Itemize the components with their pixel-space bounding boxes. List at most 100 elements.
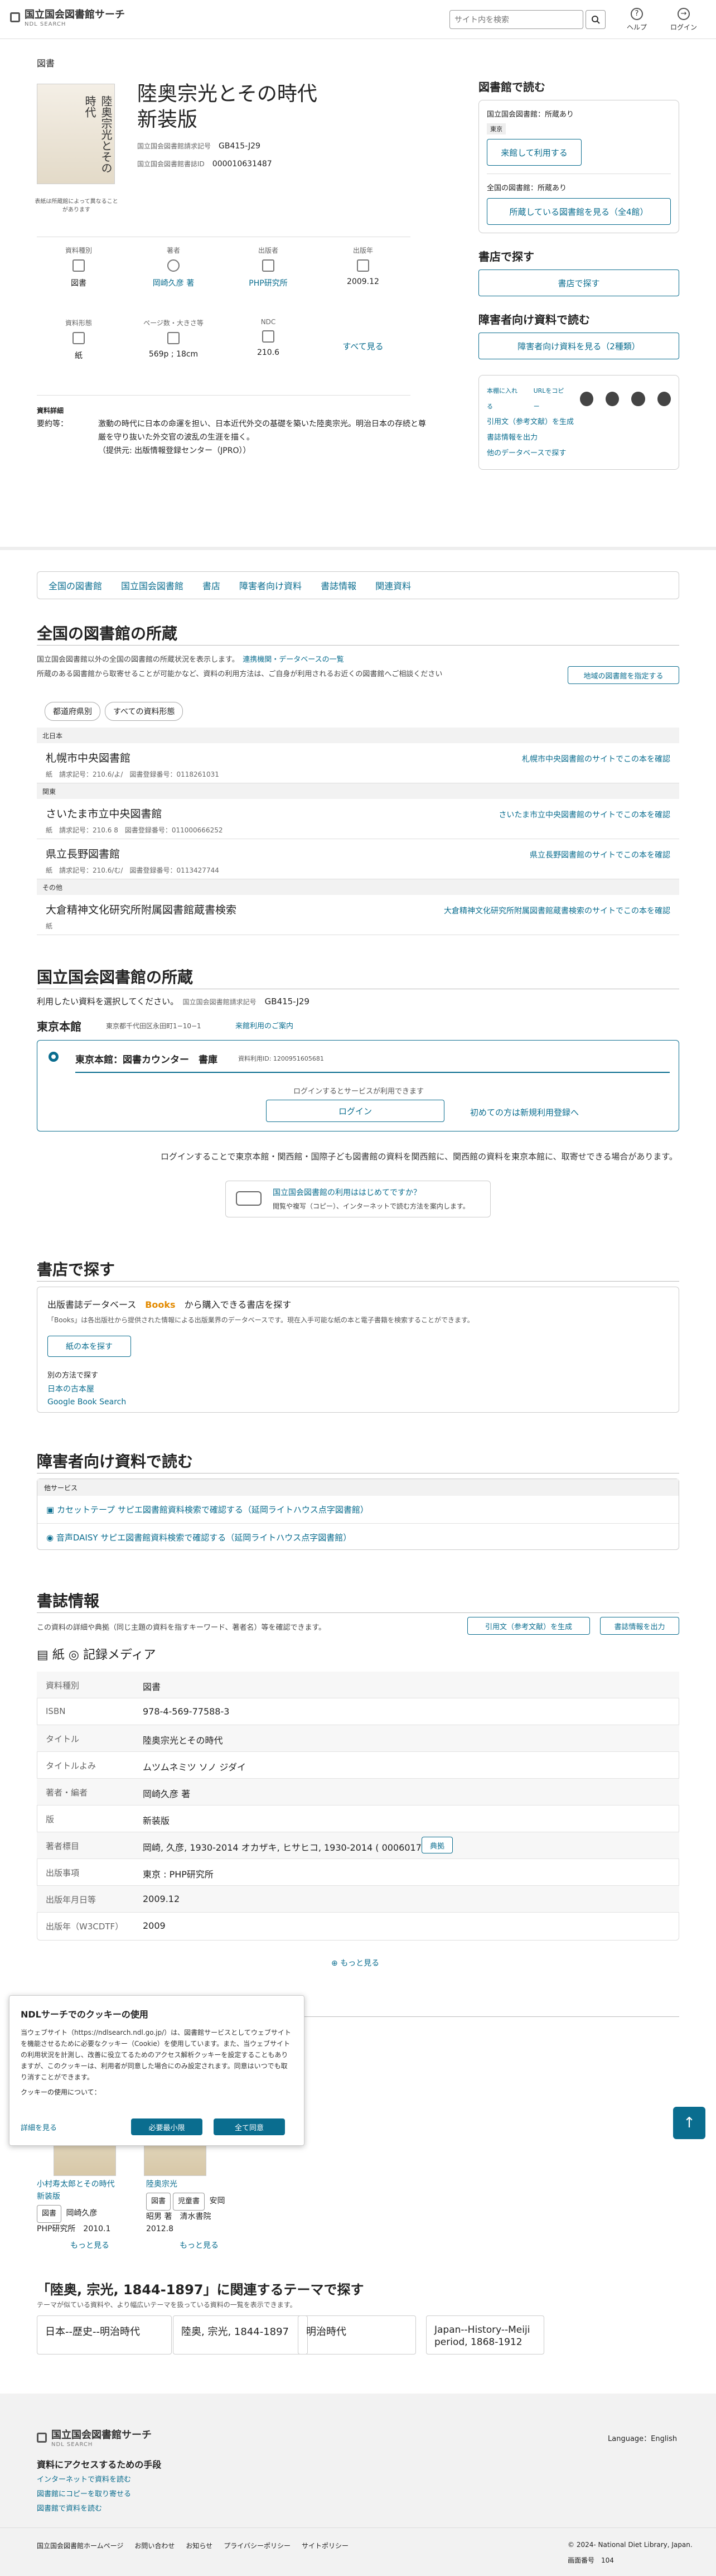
row-key: ISBN — [46, 1706, 66, 1716]
line-share-icon[interactable] — [631, 392, 645, 406]
building-icon — [236, 1191, 262, 1206]
scroll-top-button[interactable]: ↑ — [673, 2107, 705, 2139]
bookshelf-button[interactable]: 本棚に入れる — [487, 383, 521, 415]
grid-value: 紙 — [75, 352, 83, 360]
site-logo[interactable]: 国立国会図書館サーチ NDL SEARCH — [10, 7, 125, 27]
login-button[interactable]: → ログイン — [667, 8, 700, 32]
call: GB415-J29 — [264, 996, 309, 1007]
first-time-title: 国立国会図書館の利用ははじめてですか？ — [273, 1188, 421, 1197]
authority-button[interactable]: 典拠 — [422, 1837, 453, 1853]
library-site-link[interactable]: 札幌市中央図書館のサイトでこの本を確認 — [522, 753, 670, 764]
counter-login-button[interactable]: ログイン — [266, 1100, 444, 1122]
cookie-accept-all-button[interactable]: 全て同意 — [214, 2118, 285, 2135]
holding-libraries-button[interactable]: 所蔵している図書館を見る（全4館） — [487, 198, 671, 225]
theme-item[interactable]: 日本--歴史--明治時代 — [37, 2315, 172, 2354]
copy-url-button[interactable]: URLをコピー — [534, 383, 568, 415]
read-title: 図書館で読む — [478, 80, 545, 94]
radio-selected[interactable] — [49, 1052, 59, 1062]
daisy-link[interactable]: ◉ 音声DAISY サピエ図書館資料検索で確認する（延岡ライトハウス点字図書館） — [37, 1524, 679, 1551]
cite-link[interactable]: 引用文（参考文献）を生成 — [487, 415, 671, 430]
footer-link[interactable]: インターネットで資料を読む — [37, 2473, 131, 2487]
cookie-detail-link[interactable]: 詳細を見る — [21, 2122, 57, 2132]
export-button[interactable]: 書誌情報を出力 — [600, 1617, 679, 1635]
related-more[interactable]: もっと見る — [37, 2240, 126, 2252]
theme-item[interactable]: Japan--History--Meiji period, 1868-1912 — [426, 2315, 544, 2354]
author-heading-link[interactable]: 岡崎, 久彦, 1930-2014 オカザキ, ヒサヒコ, 1930-2014 … — [143, 1840, 433, 1853]
library-site-link[interactable]: 県立長野図書館のサイトでこの本を確認 — [530, 849, 670, 860]
register-link[interactable]: 初めての方は新規利用登録へ — [470, 1106, 579, 1118]
set-region-button[interactable]: 地域の図書館を指定する — [568, 666, 679, 684]
footer-link[interactable]: 図書館にコピーを取り寄せる — [37, 2487, 131, 2502]
footer-logo[interactable]: 国立国会図書館サーチ NDL SEARCH — [37, 2427, 152, 2448]
tab-national[interactable]: 全国の図書館 — [49, 579, 102, 592]
cookie-question: クッキーの使用について： — [21, 2088, 101, 2096]
shop-card: 出版書誌データベース Books から購入できる書店を探す 「Books」は各出… — [37, 1287, 679, 1413]
related-item-1: 小村寿太郎とその時代 新装版 図書 岡崎久彦 PHP研究所 2010.1 もっと… — [37, 2178, 126, 2252]
related-title[interactable]: 小村寿太郎とその時代 — [37, 2178, 126, 2190]
language-link[interactable]: Language：English — [608, 2433, 677, 2443]
help-label: ヘルプ — [626, 23, 647, 31]
row-key: 資料種別 — [46, 1681, 80, 1691]
kosho-link[interactable]: 日本の古本屋 — [47, 1383, 669, 1394]
related-publisher: PHP研究所 — [37, 2224, 76, 2233]
footer-link[interactable]: お問い合わせ — [134, 2541, 175, 2550]
theme-item[interactable]: 陸奥, 宗光, 1844-1897 — [173, 2315, 308, 2354]
other-db-link[interactable]: 他のデータベースで探す — [487, 446, 671, 461]
form-filter[interactable]: すべての資料形態 — [105, 702, 183, 721]
person-icon — [167, 259, 180, 272]
site-search-input[interactable] — [449, 10, 583, 29]
prefecture-filter[interactable]: 都道府県別 — [45, 702, 100, 721]
theme-item[interactable]: 明治時代 — [298, 2315, 416, 2354]
footer-link[interactable]: お知らせ — [186, 2541, 212, 2550]
x-share-icon[interactable] — [579, 392, 594, 406]
search-icon — [592, 16, 600, 24]
tab-biblio[interactable]: 書誌情報 — [321, 579, 356, 592]
ndl-note: 利用したい資料を選択してください。 国立国会図書館請求記号 GB415-J29 — [37, 995, 309, 1007]
related-edition[interactable]: 新装版 — [37, 2190, 126, 2203]
cassette-link[interactable]: ▣ カセットテープ サピエ図書館資料検索で確認する（延岡ライトハウス点字図書館） — [37, 1496, 679, 1524]
first-time-sub: 閲覧や複写（コピー）、インターネットで読む方法を案内します。 — [273, 1202, 470, 1210]
related-more[interactable]: もっと見る — [146, 2240, 235, 2252]
related-author: 安岡 — [209, 2197, 225, 2206]
tab-related[interactable]: 関連資料 — [375, 579, 411, 592]
footer-link[interactable]: サイトポリシー — [302, 2541, 349, 2550]
facebook-share-icon[interactable] — [606, 392, 620, 406]
call: 請求記号：210.6 8 — [59, 826, 118, 834]
library-site-link[interactable]: さいたま市立中央図書館のサイトでこの本を確認 — [499, 809, 670, 820]
cover-text: 陸奥宗光とその時代 — [83, 95, 113, 174]
grid-value: 569p ; 18cm — [148, 350, 199, 359]
divider — [37, 1612, 679, 1613]
mail-share-icon[interactable] — [657, 392, 671, 406]
title-link[interactable]: 陸奥宗光とその時代 — [143, 1733, 223, 1746]
related-title[interactable]: 陸奥宗光 — [146, 2178, 235, 2190]
see-all-link[interactable]: すべて見る — [321, 340, 405, 352]
publisher-link[interactable]: PHP研究所 — [226, 277, 310, 288]
row-value: 978-4-569-77588-3 — [143, 1706, 230, 1717]
search-button[interactable] — [586, 10, 606, 29]
publisher-link[interactable]: 東京 : PHP研究所 — [143, 1867, 214, 1880]
footer-link[interactable]: プライバシーポリシー — [224, 2541, 291, 2550]
arrow-up-icon: ↑ — [683, 2115, 695, 2131]
footer-link[interactable]: 図書館で資料を読む — [37, 2502, 131, 2516]
cookie-minimum-button[interactable]: 必要最小限 — [131, 2118, 202, 2135]
google-book-link[interactable]: Google Book Search — [47, 1398, 669, 1407]
partner-list-link[interactable]: 連携機関・データベースの一覧 — [243, 656, 344, 664]
footer-link[interactable]: 国立国会図書館ホームページ — [37, 2541, 123, 2550]
detail-heading: 資料詳細 — [37, 407, 64, 415]
tab-ndl[interactable]: 国立国会図書館 — [121, 579, 183, 592]
visit-button[interactable]: 来館して利用する — [487, 139, 582, 166]
export-link[interactable]: 書誌情報を出力 — [487, 430, 671, 446]
author-link[interactable]: 岡崎久彦 著 — [132, 277, 215, 288]
visit-guide-link[interactable]: 来館利用のご案内 — [235, 1020, 293, 1031]
library-site-link[interactable]: 大倉精神文化研究所附属図書館蔵書検索のサイトでこの本を確認 — [444, 905, 670, 916]
tab-disability[interactable]: 障害者向け資料 — [239, 579, 302, 592]
disability-button[interactable]: 障害者向け資料を見る（2種類） — [478, 333, 679, 359]
library-item: さいたま市立中央図書館紙 請求記号：210.6 8 図書登録番号：0110006… — [37, 799, 679, 839]
paper-book-button[interactable]: 紙の本を探す — [47, 1336, 131, 1357]
shop-button[interactable]: 書店で探す — [478, 269, 679, 296]
first-time-card[interactable]: 国立国会図書館の利用ははじめてですか？ 閲覧や複写（コピー）、インターネットで読… — [225, 1181, 491, 1217]
cite-button[interactable]: 引用文（参考文献）を生成 — [467, 1617, 590, 1635]
tab-shop[interactable]: 書店 — [202, 579, 220, 592]
help-button[interactable]: ? ヘルプ — [620, 8, 654, 32]
show-more-button[interactable]: ⊕ もっと見る — [331, 1957, 379, 1968]
